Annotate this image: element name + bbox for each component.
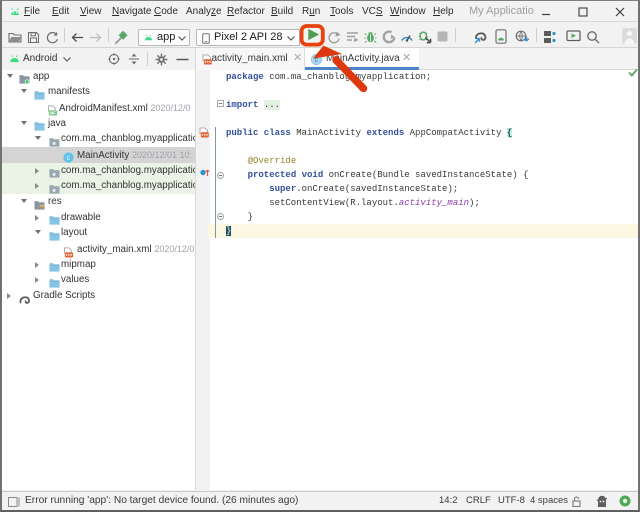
svg-text:c: c [67, 153, 71, 162]
